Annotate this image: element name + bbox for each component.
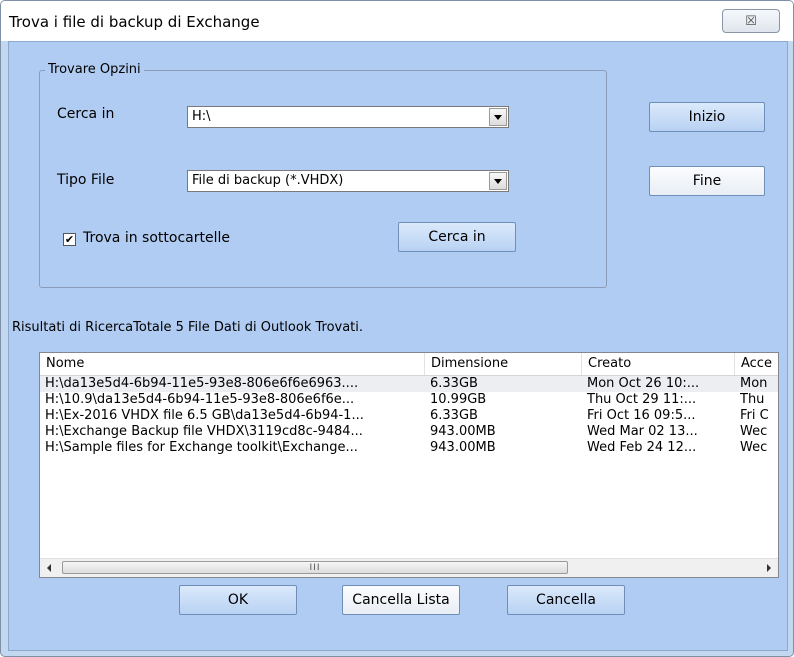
file-type-value: File di backup (*.VHDX)	[192, 173, 344, 188]
cell-name: H:\Sample files for Exchange toolkit\Exc…	[45, 440, 358, 455]
title-bar: Trova i file di backup di Exchange ☒	[1, 1, 793, 41]
list-header: Nome Dimensione Creato Acce	[40, 353, 778, 376]
stop-button-label: Fine	[692, 173, 722, 189]
column-header-accessed[interactable]: Acce	[735, 353, 780, 375]
cell-size: 943.00MB	[430, 440, 496, 455]
scroll-grip: III	[309, 562, 321, 573]
cell-created: Fri Oct 16 09:5...	[587, 408, 696, 423]
subfolders-checkbox[interactable]: ✔	[63, 233, 76, 246]
cancel-button-label: Cancella	[536, 592, 596, 608]
cell-size: 6.33GB	[430, 376, 478, 391]
table-row[interactable]: H:\Ex-2016 VHDX file 6.5 GB\da13e5d4-6b9…	[40, 408, 778, 424]
cancel-button[interactable]: Cancella	[507, 585, 625, 615]
scroll-thumb[interactable]: III	[62, 561, 568, 574]
clear-list-button[interactable]: Cancella Lista	[342, 585, 460, 615]
cell-accessed: Fri C	[740, 408, 769, 423]
cell-created: Thu Oct 29 11:...	[587, 392, 697, 407]
find-exchange-backup-dialog: Trova i file di backup di Exchange ☒ Tro…	[0, 0, 794, 657]
cell-name: H:\Ex-2016 VHDX file 6.5 GB\da13e5d4-6b9…	[45, 408, 364, 423]
cell-name: H:\Exchange Backup file VHDX\3119cd8c-94…	[45, 424, 363, 439]
dialog-body: Trovare Opzini Cerca in H:\ Tipo File Fi…	[8, 41, 788, 651]
cell-size: 943.00MB	[430, 424, 496, 439]
horizontal-scrollbar[interactable]: III	[40, 558, 778, 577]
close-icon: ☒	[745, 13, 757, 29]
cell-accessed: Mon	[740, 376, 768, 391]
cell-accessed: Wec	[740, 440, 768, 455]
window-title: Trova i file di backup di Exchange	[9, 13, 260, 31]
results-summary: Risultati di RicercaTotale 5 File Dati d…	[12, 320, 364, 335]
cell-created: Wed Feb 24 12...	[587, 440, 697, 455]
column-header-name[interactable]: Nome	[40, 353, 425, 375]
table-row[interactable]: H:\Exchange Backup file VHDX\3119cd8c-94…	[40, 424, 778, 440]
column-header-size[interactable]: Dimensione	[425, 353, 582, 375]
search-in-label: Cerca in	[57, 106, 115, 122]
ok-button-label: OK	[227, 592, 249, 608]
results-list[interactable]: Nome Dimensione Creato Acce H:\da13e5d4-…	[39, 352, 779, 578]
start-button[interactable]: Inizio	[649, 102, 765, 132]
cell-size: 10.99GB	[430, 392, 487, 407]
file-type-combo[interactable]: File di backup (*.VHDX)	[187, 170, 509, 192]
browse-button-label: Cerca in	[428, 229, 486, 245]
search-options-legend: Trovare Opzini	[45, 62, 144, 77]
clear-list-button-label: Cancella Lista	[352, 592, 450, 608]
stop-button[interactable]: Fine	[649, 166, 765, 196]
cell-name: H:\10.9\da13e5d4-6b94-11e5-93e8-806e6f6e…	[45, 392, 355, 407]
chevron-down-icon[interactable]	[489, 172, 507, 190]
scroll-left-icon[interactable]	[40, 559, 58, 577]
checkmark-icon: ✔	[64, 233, 75, 246]
cell-accessed: Thu	[740, 392, 765, 407]
search-in-combo[interactable]: H:\	[187, 106, 509, 128]
close-button[interactable]: ☒	[722, 9, 780, 33]
ok-button[interactable]: OK	[179, 585, 297, 615]
cell-created: Mon Oct 26 10:...	[587, 376, 700, 391]
chevron-down-icon[interactable]	[489, 108, 507, 126]
table-row[interactable]: H:\da13e5d4-6b94-11e5-93e8-806e6f6e6963.…	[40, 376, 778, 392]
cell-accessed: Wec	[740, 424, 768, 439]
column-header-created[interactable]: Creato	[582, 353, 735, 375]
search-in-value: H:\	[192, 109, 211, 124]
cell-size: 6.33GB	[430, 408, 478, 423]
subfolders-label: Trova in sottocartelle	[83, 230, 230, 246]
cell-created: Wed Mar 02 13...	[587, 424, 698, 439]
browse-button[interactable]: Cerca in	[398, 222, 516, 252]
file-type-label: Tipo File	[57, 172, 115, 188]
start-button-label: Inizio	[688, 109, 726, 125]
scroll-right-icon[interactable]	[760, 559, 778, 577]
table-row[interactable]: H:\10.9\da13e5d4-6b94-11e5-93e8-806e6f6e…	[40, 392, 778, 408]
list-rows: H:\da13e5d4-6b94-11e5-93e8-806e6f6e6963.…	[40, 376, 778, 456]
table-row[interactable]: H:\Sample files for Exchange toolkit\Exc…	[40, 440, 778, 456]
cell-name: H:\da13e5d4-6b94-11e5-93e8-806e6f6e6963.…	[45, 376, 359, 391]
